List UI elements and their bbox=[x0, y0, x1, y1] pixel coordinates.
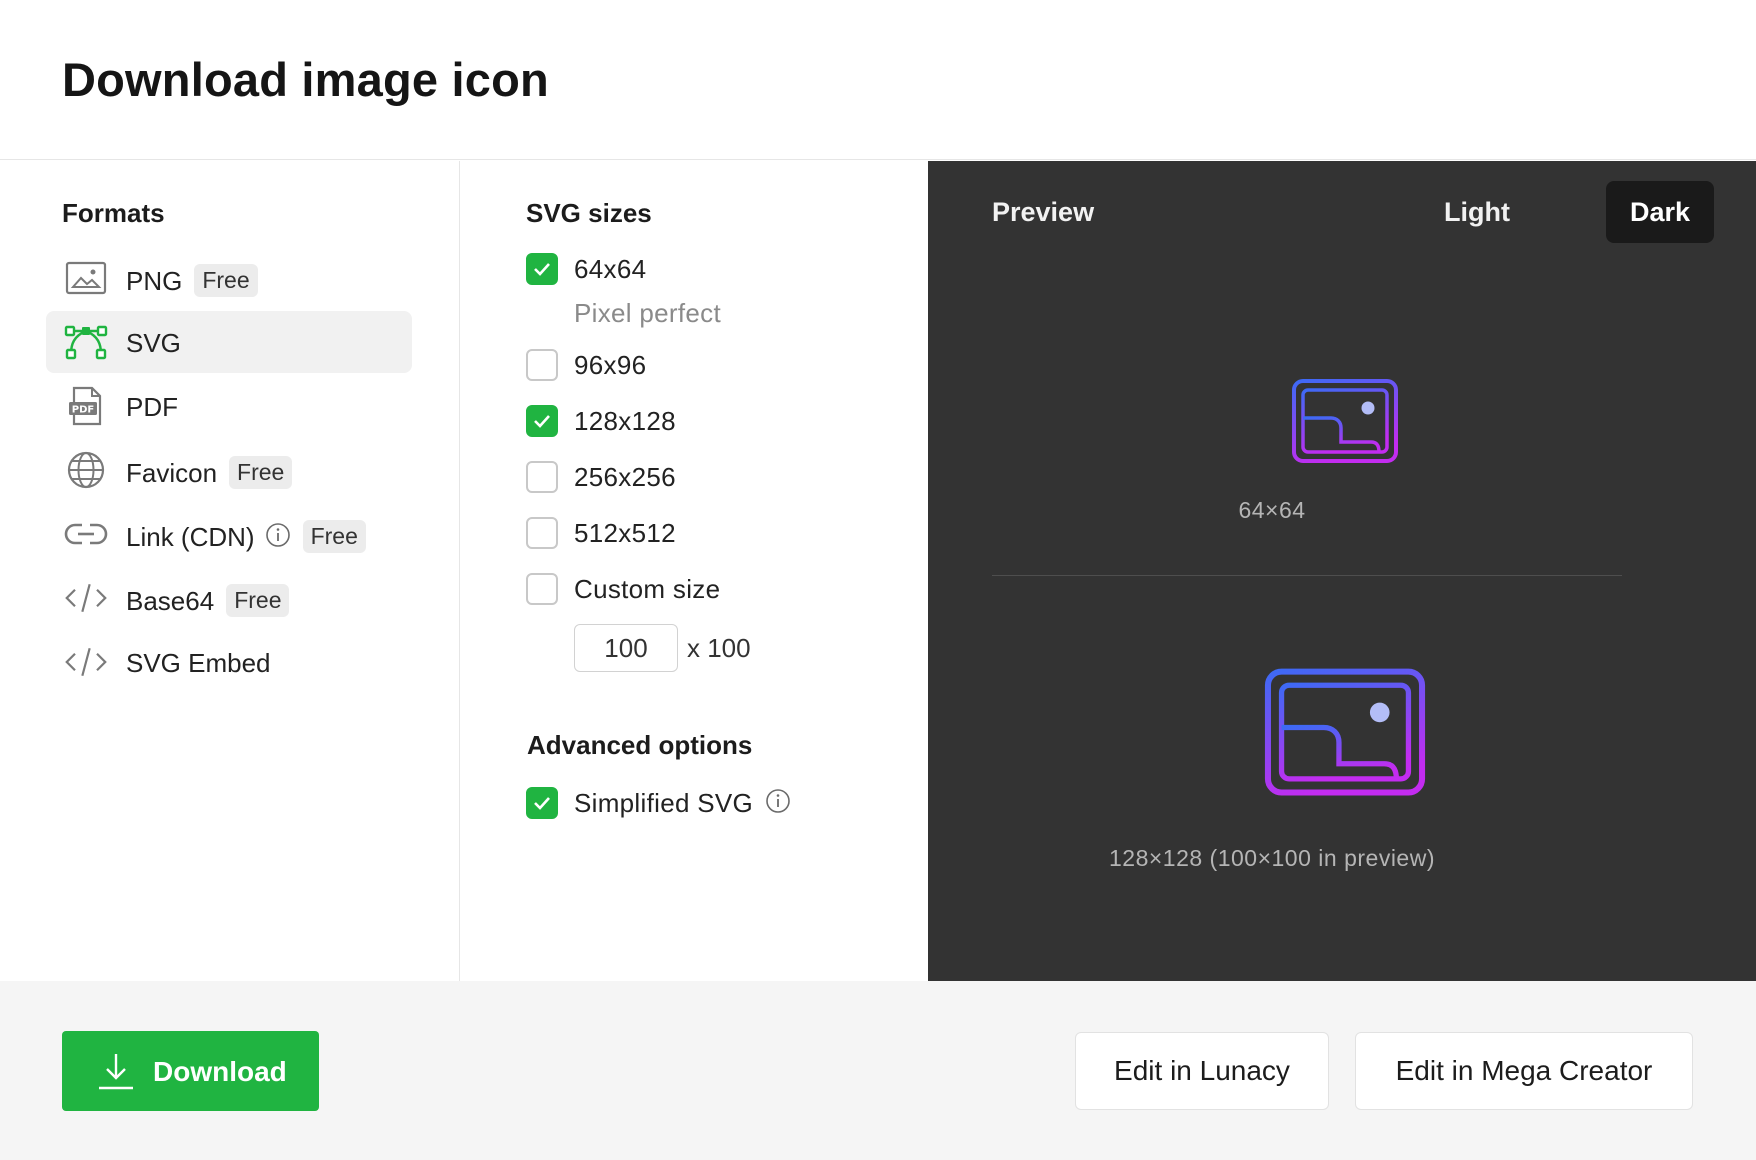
image-icon-preview-64 bbox=[1292, 371, 1398, 463]
size-option-custom[interactable]: Custom size bbox=[526, 571, 720, 607]
link-icon bbox=[64, 516, 108, 552]
size-label: Custom size bbox=[574, 573, 721, 604]
vector-pen-icon bbox=[64, 324, 108, 360]
preview-caption-128: 128×128 (100×100 in preview) bbox=[1108, 845, 1435, 871]
checkbox[interactable] bbox=[526, 405, 558, 437]
free-badge: Free bbox=[229, 456, 293, 489]
size-label: 128x128 bbox=[574, 405, 676, 436]
pixel-perfect-note: Pixel perfect bbox=[574, 298, 721, 328]
format-label: PNG bbox=[126, 266, 183, 296]
globe-icon bbox=[64, 451, 108, 489]
size-option-96[interactable]: 96x96 bbox=[526, 347, 646, 383]
format-label: PDF bbox=[126, 392, 178, 422]
advanced-options-title: Advanced options bbox=[527, 730, 753, 760]
size-option-256[interactable]: 256x256 bbox=[526, 459, 676, 495]
format-label: Link (CDN) bbox=[126, 522, 255, 552]
custom-width-input[interactable] bbox=[574, 624, 678, 672]
formats-title: Formats bbox=[62, 198, 165, 228]
download-label: Download bbox=[153, 1056, 287, 1087]
size-option-512[interactable]: 512x512 bbox=[526, 515, 676, 551]
free-badge: Free bbox=[302, 520, 366, 553]
format-item-svg[interactable]: SVG bbox=[46, 311, 412, 373]
checkbox[interactable] bbox=[526, 573, 558, 605]
size-option-128[interactable]: 128x128 bbox=[526, 403, 676, 439]
formats-panel: Formats PNG Free SVG PDF PDF Favicon Free … bbox=[0, 161, 460, 981]
checkbox[interactable] bbox=[526, 349, 558, 381]
code-icon bbox=[64, 580, 108, 616]
simplified-svg-option[interactable]: Simplified SVG bbox=[526, 785, 791, 821]
format-item-link-cdn[interactable]: Link (CDN) Free bbox=[46, 503, 412, 565]
size-label: 256x256 bbox=[574, 461, 676, 492]
sizes-panel: SVG sizes 64x64 Pixel perfect 96x96 128x… bbox=[461, 161, 928, 981]
size-label: 512x512 bbox=[574, 517, 676, 548]
format-item-base64[interactable]: Base64 Free bbox=[46, 567, 412, 629]
custom-height-text: x 100 bbox=[687, 633, 751, 663]
dialog-title: Download image icon bbox=[62, 53, 549, 106]
size-label: 96x96 bbox=[574, 349, 647, 380]
format-item-png[interactable]: PNG Free bbox=[46, 247, 412, 309]
free-badge: Free bbox=[194, 264, 258, 297]
free-badge: Free bbox=[226, 584, 290, 617]
format-item-favicon[interactable]: Favicon Free bbox=[46, 439, 412, 501]
download-button[interactable]: Download bbox=[62, 1031, 319, 1111]
info-icon[interactable] bbox=[265, 522, 291, 555]
dialog-header: Download image icon bbox=[0, 0, 1756, 160]
preview-divider bbox=[992, 575, 1622, 576]
format-item-pdf[interactable]: PDF PDF bbox=[46, 375, 412, 437]
format-label: SVG bbox=[126, 328, 181, 358]
dialog-footer: Download Edit in Lunacy Edit in Mega Cre… bbox=[0, 981, 1756, 1160]
preview-caption-64: 64×64 bbox=[1238, 497, 1306, 523]
preview-panel: Preview Light Dark 64×64 128×128 (100×10… bbox=[928, 161, 1756, 981]
format-label: Favicon bbox=[126, 458, 218, 488]
image-icon bbox=[64, 260, 108, 296]
check-icon bbox=[534, 263, 550, 276]
format-item-svg-embed[interactable]: SVG Embed bbox=[46, 631, 412, 693]
edit-in-mega-creator-button[interactable]: Edit in Mega Creator bbox=[1355, 1032, 1693, 1110]
dark-mode-toggle[interactable]: Dark bbox=[1606, 181, 1715, 243]
checkbox[interactable] bbox=[526, 787, 558, 819]
size-label: 64x64 bbox=[574, 253, 647, 284]
format-label: Base64 bbox=[126, 586, 215, 616]
simplified-svg-label: Simplified SVG bbox=[574, 787, 754, 818]
size-option-64[interactable]: 64x64 bbox=[526, 251, 646, 287]
download-icon bbox=[96, 1051, 136, 1098]
info-icon[interactable] bbox=[765, 788, 791, 819]
checkbox[interactable] bbox=[526, 253, 558, 285]
svg-text:PDF: PDF bbox=[72, 405, 94, 416]
checkbox[interactable] bbox=[526, 517, 558, 549]
code-icon bbox=[64, 644, 108, 680]
light-mode-toggle[interactable]: Light bbox=[1420, 181, 1534, 243]
edit-in-lunacy-button[interactable]: Edit in Lunacy bbox=[1075, 1032, 1329, 1110]
check-icon bbox=[534, 415, 550, 428]
sizes-title: SVG sizes bbox=[526, 198, 652, 228]
checkbox[interactable] bbox=[526, 461, 558, 493]
pdf-file-icon: PDF bbox=[64, 386, 108, 426]
format-label: SVG Embed bbox=[126, 648, 271, 678]
image-icon-preview-128 bbox=[1264, 656, 1426, 796]
preview-title: Preview bbox=[992, 197, 1095, 227]
check-icon bbox=[534, 797, 550, 810]
